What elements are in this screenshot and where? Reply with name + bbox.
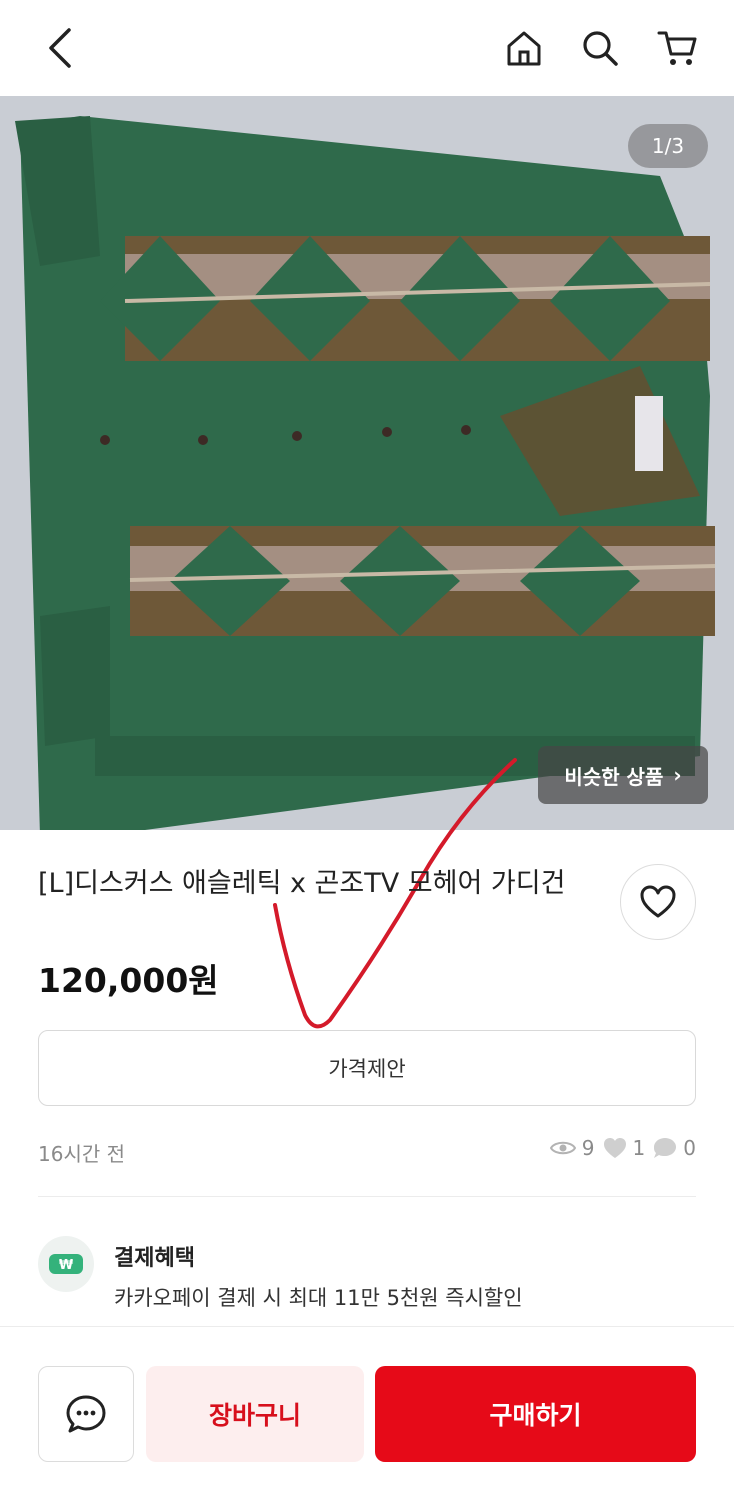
product-stats: 9 1 0: [549, 1136, 696, 1160]
product-price: 120,000원: [38, 961, 219, 1000]
likes-stat: 1: [603, 1136, 646, 1160]
image-page-counter: 1/3: [628, 124, 708, 168]
likes-count: 1: [632, 1136, 646, 1160]
chat-bubble-icon: [654, 1138, 677, 1158]
chat-bubble-icon: [66, 1395, 106, 1433]
benefit-title: 결제혜택: [114, 1246, 195, 1271]
product-title: [L]디스커스 애슬레틱 x 곤조TV 모헤어 가디건: [38, 868, 566, 899]
search-icon[interactable]: [576, 22, 624, 74]
bottom-bar-divider: [0, 1326, 734, 1327]
eye-icon: [549, 1141, 576, 1155]
views-count: 9: [581, 1136, 595, 1160]
top-nav-bar: [0, 0, 734, 96]
buy-now-button[interactable]: 구매하기: [375, 1366, 696, 1462]
cart-icon[interactable]: [654, 22, 702, 74]
chats-stat: 0: [653, 1136, 696, 1160]
posted-time: 16시간 전: [38, 1142, 126, 1166]
product-image[interactable]: [0, 96, 734, 830]
chats-count: 0: [683, 1136, 696, 1160]
chevron-right-icon: ›: [673, 763, 682, 787]
price-offer-button[interactable]: 가격제안: [38, 1030, 696, 1106]
benefit-description: 카카오페이 결제 시 최대 11만 5천원 즉시할인: [114, 1286, 523, 1310]
chat-button[interactable]: [38, 1366, 134, 1462]
heart-icon: [640, 885, 676, 918]
kakaopay-icon: ₩: [38, 1236, 94, 1292]
views-stat: 9: [549, 1136, 595, 1160]
similar-products-button[interactable]: 비슷한 상품 ›: [538, 746, 708, 804]
like-button[interactable]: [620, 864, 696, 940]
back-arrow-icon[interactable]: [36, 22, 84, 74]
won-symbol: ₩: [59, 1258, 74, 1273]
section-divider: [38, 1196, 696, 1197]
similar-products-label: 비슷한 상품: [564, 764, 664, 789]
add-to-cart-button[interactable]: 장바구니: [146, 1366, 364, 1462]
home-icon[interactable]: [500, 22, 548, 74]
heart-icon: [603, 1138, 626, 1158]
